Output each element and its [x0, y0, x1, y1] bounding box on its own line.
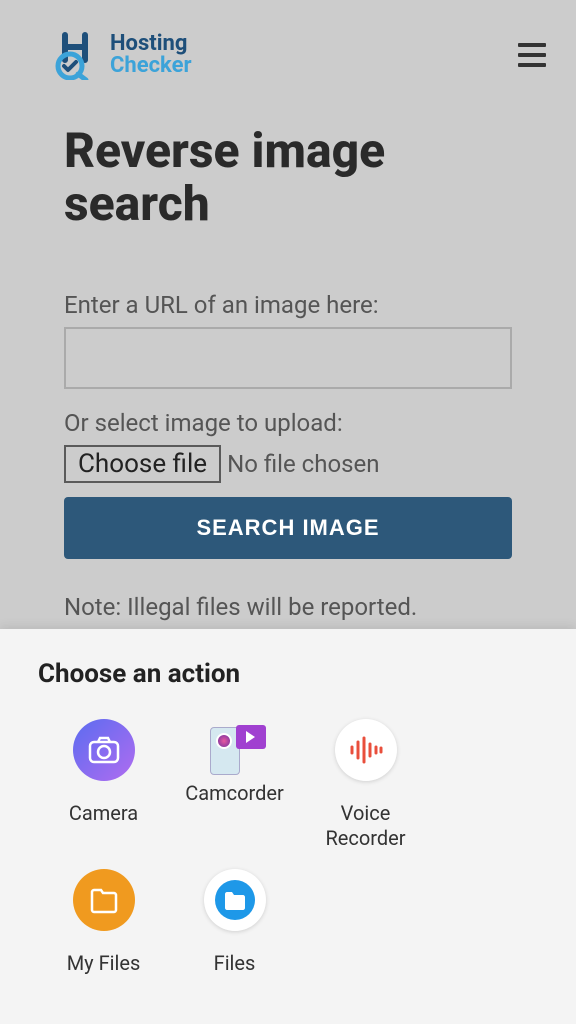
main-content: Reverse image search Enter a URL of an i…: [0, 125, 576, 661]
choose-file-button[interactable]: Choose file: [64, 445, 221, 483]
action-my-files[interactable]: My Files: [38, 869, 169, 976]
action-camcorder[interactable]: Camcorder: [169, 719, 300, 851]
action-label: Camera: [69, 801, 138, 826]
voice-recorder-icon: [335, 719, 397, 781]
action-label: Voice Recorder: [300, 801, 431, 851]
action-label: My Files: [67, 951, 141, 976]
note-line1: Note: Illegal files will be reported.: [64, 589, 512, 625]
header: Hosting Checker: [0, 0, 576, 110]
action-label: Files: [214, 951, 256, 976]
logo-text-top: Hosting: [110, 33, 192, 55]
action-label: Camcorder: [185, 781, 284, 806]
upload-label: Or select image to upload:: [64, 409, 512, 437]
action-files[interactable]: Files: [169, 869, 300, 976]
files-icon: [204, 869, 266, 931]
sheet-title: Choose an action: [38, 659, 538, 689]
logo-icon: [50, 30, 100, 80]
search-image-button[interactable]: SEARCH IMAGE: [64, 497, 512, 559]
page-title: Reverse image search: [64, 125, 512, 231]
logo-text-bottom: Checker: [110, 55, 192, 77]
action-grid: Camera Camcorder: [38, 719, 538, 994]
logo[interactable]: Hosting Checker: [50, 30, 192, 80]
logo-text: Hosting Checker: [110, 33, 192, 77]
action-voice-recorder[interactable]: Voice Recorder: [300, 719, 431, 851]
action-sheet: Choose an action Camera Ca: [0, 629, 576, 1024]
camera-icon: [73, 719, 135, 781]
no-file-label: No file chosen: [227, 450, 379, 478]
action-camera[interactable]: Camera: [38, 719, 169, 851]
url-label: Enter a URL of an image here:: [64, 291, 512, 319]
url-input[interactable]: [64, 327, 512, 389]
camcorder-icon: [204, 719, 266, 781]
my-files-icon: [73, 869, 135, 931]
menu-icon[interactable]: [518, 43, 556, 67]
